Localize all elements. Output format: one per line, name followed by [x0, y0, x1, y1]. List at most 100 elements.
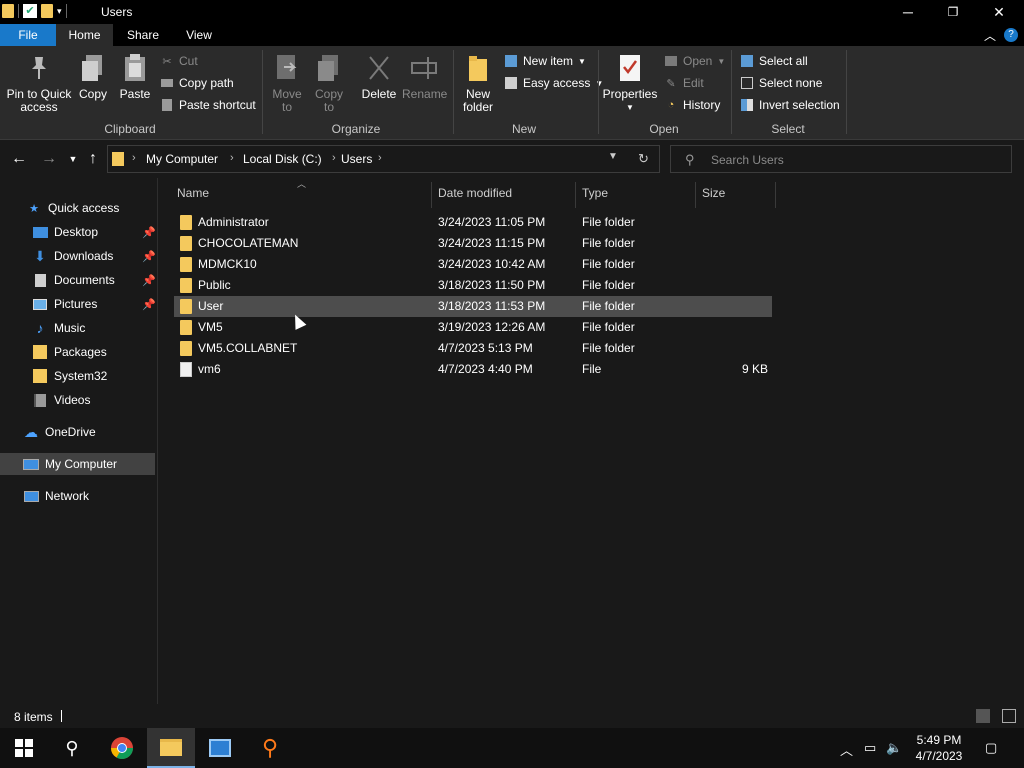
nav-item-network[interactable]: Network: [0, 485, 155, 507]
recent-locations-button[interactable]: ▼: [64, 150, 82, 168]
move-to-button[interactable]: Move to: [268, 52, 306, 114]
desktop-icon: [32, 225, 48, 239]
pin-icon[interactable]: 📌: [142, 250, 156, 263]
up-button[interactable]: ↑: [84, 150, 102, 168]
paste-button[interactable]: Paste: [118, 52, 152, 101]
file-row[interactable]: CHOCOLATEMAN 3/24/2023 11:15 PM File fol…: [174, 233, 772, 254]
forward-button[interactable]: →: [40, 150, 58, 168]
nav-item-packages[interactable]: Packages: [0, 341, 155, 363]
tab-view[interactable]: View: [180, 24, 218, 46]
chevron-up-icon[interactable]: ︿: [840, 740, 853, 759]
nav-item-my-computer[interactable]: My Computer: [0, 453, 155, 475]
properties-icon[interactable]: ✔: [23, 4, 37, 18]
breadcrumb-users[interactable]: Users: [341, 152, 372, 166]
select-all-button[interactable]: Select all: [740, 52, 808, 70]
large-icons-view-icon[interactable]: [1002, 709, 1016, 723]
tab-home[interactable]: Home: [56, 24, 113, 46]
nav-item-videos[interactable]: Videos: [0, 389, 155, 411]
tab-share[interactable]: Share: [124, 24, 162, 46]
search-button[interactable]: ⚲: [48, 728, 96, 768]
maximize-button[interactable]: ❐: [930, 0, 976, 24]
open-button[interactable]: Open ▼: [664, 52, 725, 70]
nav-item-downloads[interactable]: ⬇ Downloads 📌: [0, 245, 156, 267]
help-icon[interactable]: ?: [1004, 28, 1018, 42]
chrome-app[interactable]: [98, 728, 146, 768]
volume-icon[interactable]: 🔈: [886, 740, 902, 756]
properties-button[interactable]: Properties ▼: [602, 52, 658, 114]
select-none-icon: [740, 76, 754, 90]
easy-access-button[interactable]: Easy access ▼: [504, 74, 603, 92]
select-group-label: Select: [771, 122, 805, 136]
pin-icon[interactable]: 📌: [142, 274, 156, 287]
edit-icon: ✎: [666, 77, 676, 90]
navigation-pane: ★ Quick access Desktop 📌 ⬇ Downloads 📌 Doc…: [0, 178, 158, 704]
column-divider[interactable]: [575, 182, 576, 208]
history-button[interactable]: ◔ History: [664, 96, 721, 114]
column-divider[interactable]: [775, 182, 776, 208]
nav-item-music[interactable]: ♪ Music: [0, 317, 155, 339]
file-name: MDMCK10: [198, 257, 257, 271]
file-row[interactable]: MDMCK10 3/24/2023 10:42 AM File folder: [174, 254, 772, 275]
copy-path-button[interactable]: Copy path: [160, 74, 234, 92]
nav-item-desktop[interactable]: Desktop 📌: [0, 221, 156, 243]
collapse-ribbon-icon[interactable]: ︿: [984, 27, 996, 44]
tab-file[interactable]: File: [0, 24, 56, 46]
search-input[interactable]: ⚲ Search Users: [670, 145, 1012, 173]
nav-item-system32[interactable]: System32: [0, 365, 155, 387]
file-row[interactable]: Public 3/18/2023 11:50 PM File folder: [174, 275, 772, 296]
column-header-date[interactable]: Date modified: [438, 186, 512, 200]
breadcrumb-local-disk[interactable]: Local Disk (C:): [243, 152, 322, 166]
delete-button[interactable]: Delete: [358, 52, 400, 101]
details-view-icon[interactable]: [976, 709, 990, 723]
file-explorer-app[interactable]: [147, 728, 195, 768]
new-folder-icon: [464, 52, 492, 84]
breadcrumb-my-computer[interactable]: My Computer: [146, 152, 218, 166]
search-icon: ⚲: [685, 152, 695, 167]
refresh-icon[interactable]: ↻: [638, 151, 649, 167]
column-header-type[interactable]: Type: [582, 186, 608, 200]
copy-button[interactable]: Copy: [76, 52, 110, 101]
rename-button[interactable]: Rename: [402, 52, 447, 101]
column-header-size[interactable]: Size: [702, 186, 725, 200]
file-row-selected[interactable]: User 3/18/2023 11:53 PM File folder: [174, 296, 772, 317]
address-dropdown-icon[interactable]: ▼: [608, 151, 618, 162]
paste-shortcut-button[interactable]: Paste shortcut: [160, 96, 256, 114]
videos-icon: [32, 393, 48, 407]
window-title: Users: [101, 5, 133, 19]
search-app[interactable]: ⚲: [246, 728, 294, 768]
back-button[interactable]: ←: [10, 150, 28, 168]
column-divider[interactable]: [431, 182, 432, 208]
file-row[interactable]: vm6 4/7/2023 4:40 PM File 9 KB: [174, 359, 772, 380]
new-folder-button[interactable]: New folder: [458, 52, 498, 114]
copy-to-button[interactable]: Copy to: [310, 52, 348, 114]
start-button[interactable]: [0, 728, 48, 768]
minimize-button[interactable]: ─: [885, 0, 931, 24]
clock[interactable]: 5:49 PM 4/7/2023: [908, 732, 970, 764]
notifications-icon[interactable]: ▢: [985, 740, 997, 756]
pin-icon[interactable]: 📌: [142, 298, 156, 311]
app-window[interactable]: [196, 728, 244, 768]
select-none-button[interactable]: Select none: [740, 74, 822, 92]
cut-button[interactable]: ✂ Cut: [160, 52, 197, 70]
network-tray-icon[interactable]: ▭: [864, 740, 876, 756]
nav-item-documents[interactable]: Documents 📌: [0, 269, 156, 291]
nav-item-onedrive[interactable]: ☁ OneDrive: [0, 421, 155, 443]
invert-selection-button[interactable]: Invert selection: [740, 96, 840, 114]
file-row[interactable]: VM5 3/19/2023 12:26 AM File folder: [174, 317, 772, 338]
file-row[interactable]: VM5.COLLABNET 4/7/2023 5:13 PM File fold…: [174, 338, 772, 359]
pin-icon[interactable]: 📌: [142, 226, 156, 239]
file-row[interactable]: Administrator 3/24/2023 11:05 PM File fo…: [174, 212, 772, 233]
new-item-button[interactable]: New item ▼: [504, 52, 586, 70]
chevron-right-icon: ›: [378, 152, 382, 164]
nav-item-quick-access[interactable]: ★ Quick access: [0, 197, 155, 219]
chevron-down-icon[interactable]: ▾: [57, 6, 62, 17]
new-folder-icon[interactable]: [41, 4, 53, 18]
column-header-name[interactable]: Name: [177, 186, 209, 200]
chevron-down-icon: ▼: [578, 56, 586, 66]
edit-button[interactable]: ✎ Edit: [664, 74, 703, 92]
pin-to-quick-access-button[interactable]: Pin to Quick access: [4, 52, 74, 114]
address-bar[interactable]: › My Computer › Local Disk (C:) › Users …: [107, 145, 660, 173]
nav-item-pictures[interactable]: Pictures 📌: [0, 293, 156, 315]
close-button[interactable]: ✕: [976, 0, 1022, 24]
column-divider[interactable]: [695, 182, 696, 208]
